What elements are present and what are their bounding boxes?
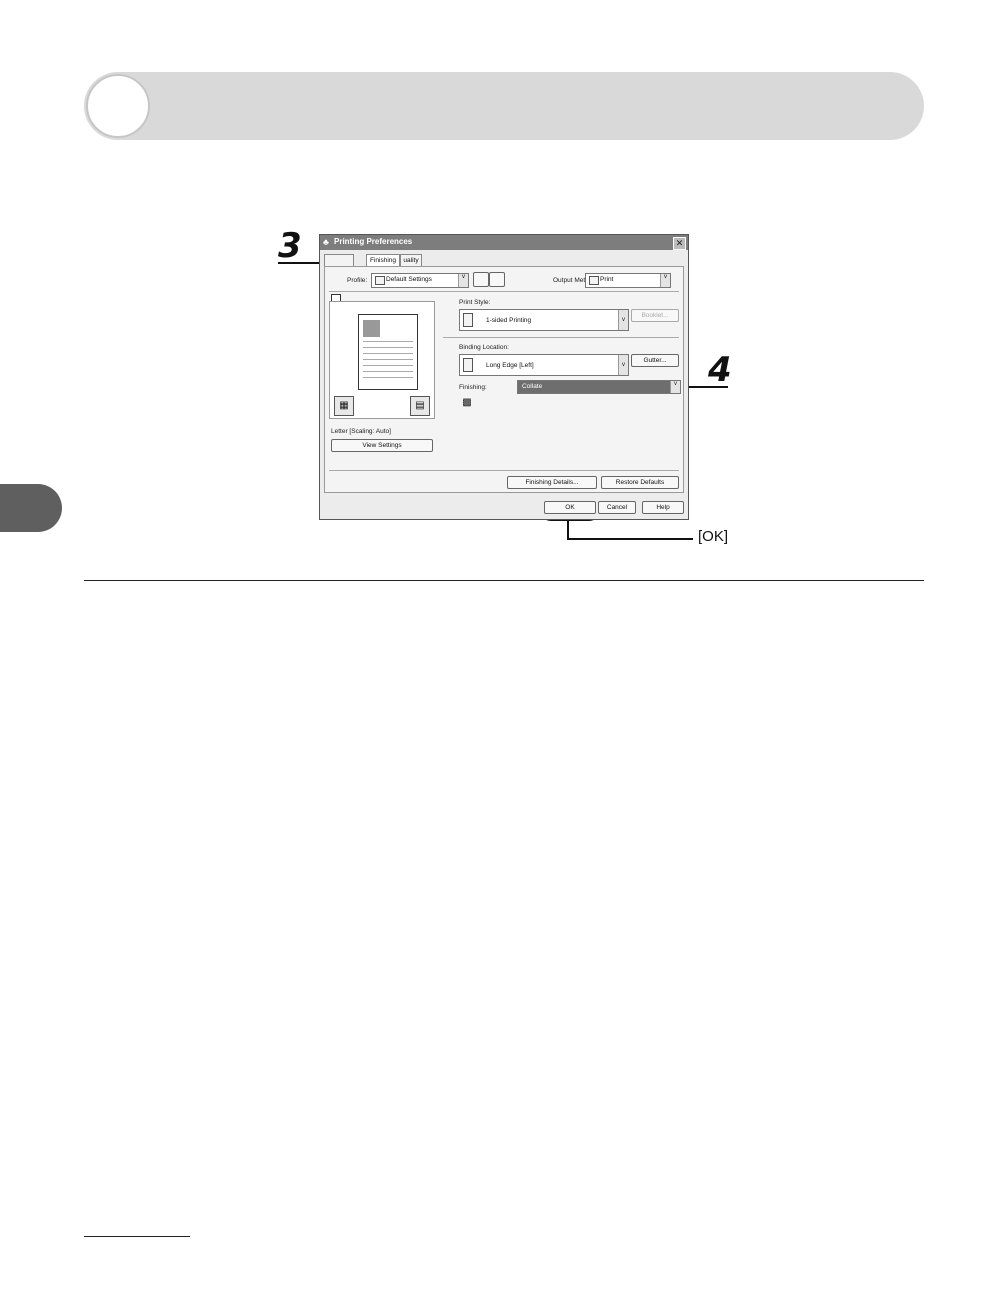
dialog-titlebar[interactable]: ♣ Printing Preferences ✕ [320,235,688,250]
page-line [363,359,413,360]
cancel-button[interactable]: Cancel [598,501,636,514]
chevron-down-icon: v [670,381,680,393]
ok-leader-vertical [567,517,569,539]
print-style-value: 1-sided Printing [486,317,532,324]
step-3-marker: 3 [278,226,302,266]
page-line [363,341,413,342]
profile-value: Default Settings [386,276,432,283]
page-preview [358,314,418,390]
section-header-bar [84,72,924,140]
ok-button[interactable]: OK [544,501,596,514]
chevron-down-icon: v [660,274,670,287]
footnote-rule [84,1236,190,1237]
page-line [363,365,413,366]
output-method-value: Print [600,276,614,283]
chevron-down-icon: v [618,310,628,330]
binding-location-label: Binding Location: [459,344,509,351]
separator [329,291,679,292]
finishing-panel: Profile: Default Settings v Output Metho… [324,266,684,493]
finishing-label: Finishing: [459,384,487,391]
section-header-badge [86,74,150,138]
paper-info: Letter [Scaling: Auto] [331,428,391,435]
separator [443,337,679,338]
page-line [363,377,413,378]
step-4-leader-line [684,386,728,388]
one-sided-icon [463,313,473,327]
print-style-label: Print Style: [459,299,491,306]
page-line [363,353,413,354]
chevron-down-icon: v [618,355,628,375]
profile-select[interactable]: Default Settings v [371,273,469,288]
chevron-down-icon: v [458,274,468,287]
printing-preferences-dialog: ♣ Printing Preferences ✕ Finishing ualit… [319,234,689,520]
profile-icon [375,276,385,285]
gutter-button[interactable]: Gutter... [631,354,679,367]
print-icon [589,276,599,285]
printer-icon: ♣ [323,237,329,247]
preview-image-icon [363,320,380,337]
page-layout-icon: ▤ [410,396,430,416]
section-divider [84,580,924,581]
separator [329,470,679,471]
printer-status-icon: ▦ [334,396,354,416]
dialog-title: Printing Preferences [334,237,413,246]
step-4-marker: 4 [708,350,732,390]
page-line [363,347,413,348]
binding-location-select[interactable]: Long Edge [Left] v [459,354,629,376]
add-profile-button[interactable] [473,272,489,287]
finishing-details-button[interactable]: Finishing Details... [507,476,597,489]
page-line [363,371,413,372]
profile-label: Profile: [347,277,368,284]
view-settings-button[interactable]: View Settings [331,439,433,452]
ok-leader-horizontal [567,538,693,540]
collate-icon: ▩ [459,395,475,411]
restore-defaults-button[interactable]: Restore Defaults [601,476,679,489]
chapter-side-tab [0,484,62,532]
finishing-select[interactable]: Collate v [517,380,681,394]
help-button[interactable]: Help [642,501,684,514]
booklet-button[interactable]: Booklet... [631,309,679,322]
finishing-value: Collate [522,383,543,390]
print-style-select[interactable]: 1-sided Printing v [459,309,629,331]
output-method-select[interactable]: Print v [585,273,671,288]
binding-icon [463,358,473,372]
layout-preview: ▦ ▤ [329,301,435,419]
close-button[interactable]: ✕ [673,237,686,250]
ok-callout-label: [OK] [698,528,729,545]
binding-location-value: Long Edge [Left] [486,362,534,369]
edit-profile-button[interactable] [489,272,505,287]
